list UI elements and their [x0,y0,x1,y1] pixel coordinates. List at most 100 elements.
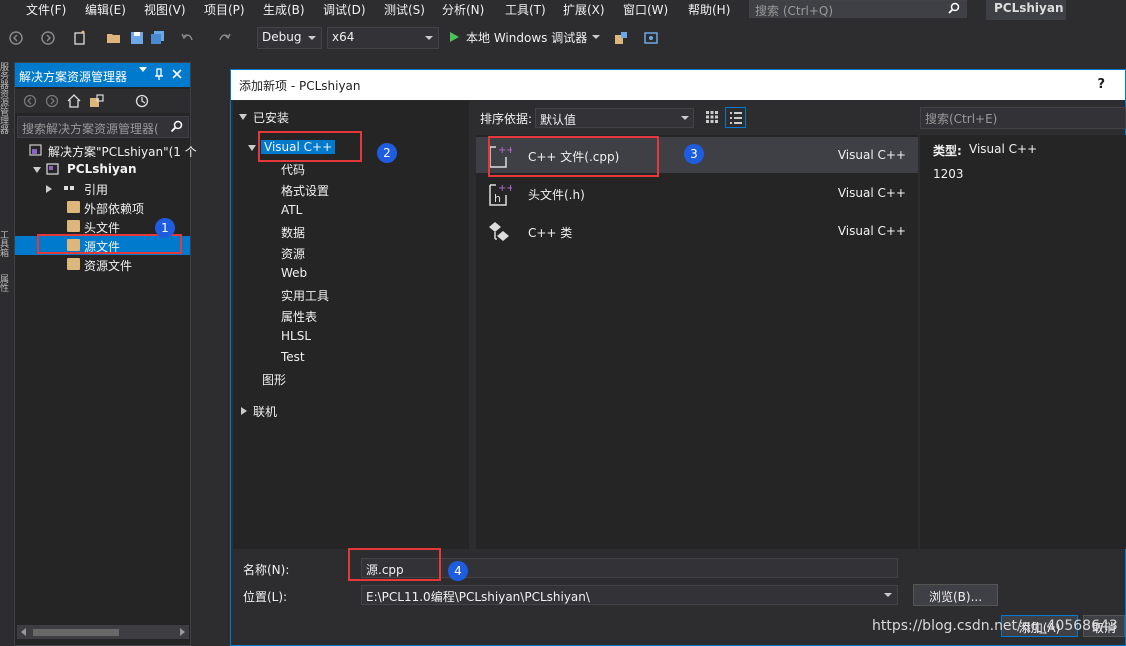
tree-project[interactable]: PCLshiyan [15,160,190,179]
browse-button[interactable]: 浏览(B)... [913,584,998,606]
back-icon[interactable] [8,30,24,46]
menu-project[interactable]: 项目(P) [204,1,245,18]
solution-explorer-search[interactable]: 搜索解决方案资源管理器( [17,116,189,138]
chevron-down-icon[interactable] [884,593,892,597]
category-panel [233,101,469,549]
menu-file[interactable]: 文件(F) [26,1,66,18]
location-input-value: E:\PCL11.0编程\PCLshiyan\PCLshiyan\ [366,590,590,604]
menu-analyze[interactable]: 分析(N) [442,1,484,18]
chevron-down-icon[interactable] [139,67,147,72]
detail-type-label: 类型: [933,144,962,158]
category-graphics[interactable]: 图形 [262,371,286,388]
toolbar: Debug x64 本地 Windows 调试器 [0,23,1126,53]
solution-icon [29,144,42,156]
forward-icon[interactable] [45,94,59,108]
home-icon[interactable] [67,94,81,108]
category-utility[interactable]: 实用工具 [281,287,329,304]
server-explorer-tab[interactable]: 服务器资源管理器 [0,64,12,136]
sort-dropdown[interactable]: 默认值 [535,108,694,128]
config-dropdown[interactable]: Debug [257,27,322,49]
tree-external-deps[interactable]: 外部依赖项 [15,198,190,217]
sort-label: 排序依据: [480,112,533,126]
template-name: 头文件(.h) [528,188,585,202]
highlight-box-visual-cpp [258,131,362,162]
name-input[interactable]: 源.cpp [361,558,898,578]
close-icon[interactable] [172,69,182,79]
forward-icon[interactable] [40,30,56,46]
category-property-sheets[interactable]: 属性表 [281,308,317,325]
run-debugger-button[interactable]: 本地 Windows 调试器 [446,29,606,47]
config-value: Debug [262,30,302,44]
platform-dropdown[interactable]: x64 [327,27,439,49]
class-icon [489,222,509,241]
save-all-icon[interactable] [150,30,166,46]
folder-icon [67,258,80,270]
quick-launch-search[interactable]: 搜索 (Ctrl+Q) [749,0,967,18]
category-code[interactable]: 代码 [281,161,305,178]
new-item-icon[interactable] [72,30,88,46]
category-online[interactable]: 联机 [253,403,277,420]
category-web[interactable]: Web [281,266,307,280]
detail-type-value: Visual C++ [969,142,1038,156]
run-debugger-label: 本地 Windows 调试器 [466,31,588,45]
pin-icon[interactable] [154,68,164,81]
category-atl[interactable]: ATL [281,203,302,217]
menu-debug[interactable]: 调试(D) [323,1,366,18]
menu-window[interactable]: 窗口(W) [623,1,668,18]
collapse-icon[interactable] [248,145,256,151]
header-file-icon: h++ [489,183,512,206]
solution-explorer-toolbar [15,89,190,113]
undo-icon[interactable] [180,30,196,46]
menu-test[interactable]: 测试(S) [384,1,425,18]
template-cpp-class[interactable]: C++ 类 Visual C++ [476,213,918,249]
watermark: https://blog.csdn.net/qq_40568643 [872,618,1118,634]
help-button[interactable]: ? [1097,77,1105,92]
category-data[interactable]: 数据 [281,224,305,241]
chevron-down-icon [681,116,689,120]
toolbox-tab[interactable]: 工具箱 [0,232,12,259]
properties-tab[interactable]: 属性 [0,276,12,294]
svg-text:++: ++ [498,183,512,194]
open-folder-icon[interactable] [106,30,122,46]
step-badge-3: 3 [684,144,704,164]
category-test[interactable]: Test [281,350,305,364]
menu-edit[interactable]: 编辑(E) [85,1,126,18]
tree-resource-files[interactable]: 资源文件 [15,255,190,274]
category-hlsl[interactable]: HLSL [281,329,311,343]
scrollbar-thumb[interactable] [33,629,119,636]
tree-solution-label: 解决方案"PCLshiyan"(1 个 [48,145,197,159]
save-icon[interactable] [129,30,145,46]
horizontal-scrollbar[interactable] [17,625,189,639]
grid-view-icon[interactable] [705,110,719,124]
find-in-files-icon[interactable] [613,30,629,46]
collapse-icon[interactable] [239,114,247,120]
solution-explorer-title: 解决方案资源管理器 [19,70,128,84]
template-header-file[interactable]: h ++ 头文件(.h) Visual C++ [476,175,918,211]
expand-icon[interactable] [33,167,41,173]
scroll-right-icon[interactable] [180,628,185,636]
back-icon[interactable] [23,94,37,108]
menu-build[interactable]: 生成(B) [263,1,305,18]
expand-icon[interactable] [241,407,247,415]
window-layout-icon[interactable] [643,30,659,46]
category-resource[interactable]: 资源 [281,245,305,262]
switch-views-icon[interactable] [89,94,105,108]
category-formatting[interactable]: 格式设置 [281,182,329,199]
menu-tools[interactable]: 工具(T) [505,1,546,18]
list-view-button[interactable] [725,107,746,128]
menu-help[interactable]: 帮助(H) [688,1,730,18]
menu-extensions[interactable]: 扩展(X) [563,1,605,18]
tree-solution[interactable]: 解决方案"PCLshiyan"(1 个 [15,141,197,160]
redo-icon[interactable] [216,30,232,46]
detail-id: 1203 [933,167,964,181]
template-search[interactable]: 搜索(Ctrl+E) [920,107,1126,129]
location-input[interactable]: E:\PCL11.0编程\PCLshiyan\PCLshiyan\ [361,585,898,605]
history-icon[interactable] [135,94,149,108]
scroll-left-icon[interactable] [21,628,26,636]
category-installed[interactable]: 已安装 [253,109,289,126]
search-icon [948,2,960,14]
tree-references[interactable]: 引用 [15,179,190,198]
expand-icon[interactable] [46,185,52,193]
highlight-box-name [348,548,441,581]
menu-view[interactable]: 视图(V) [144,1,186,18]
